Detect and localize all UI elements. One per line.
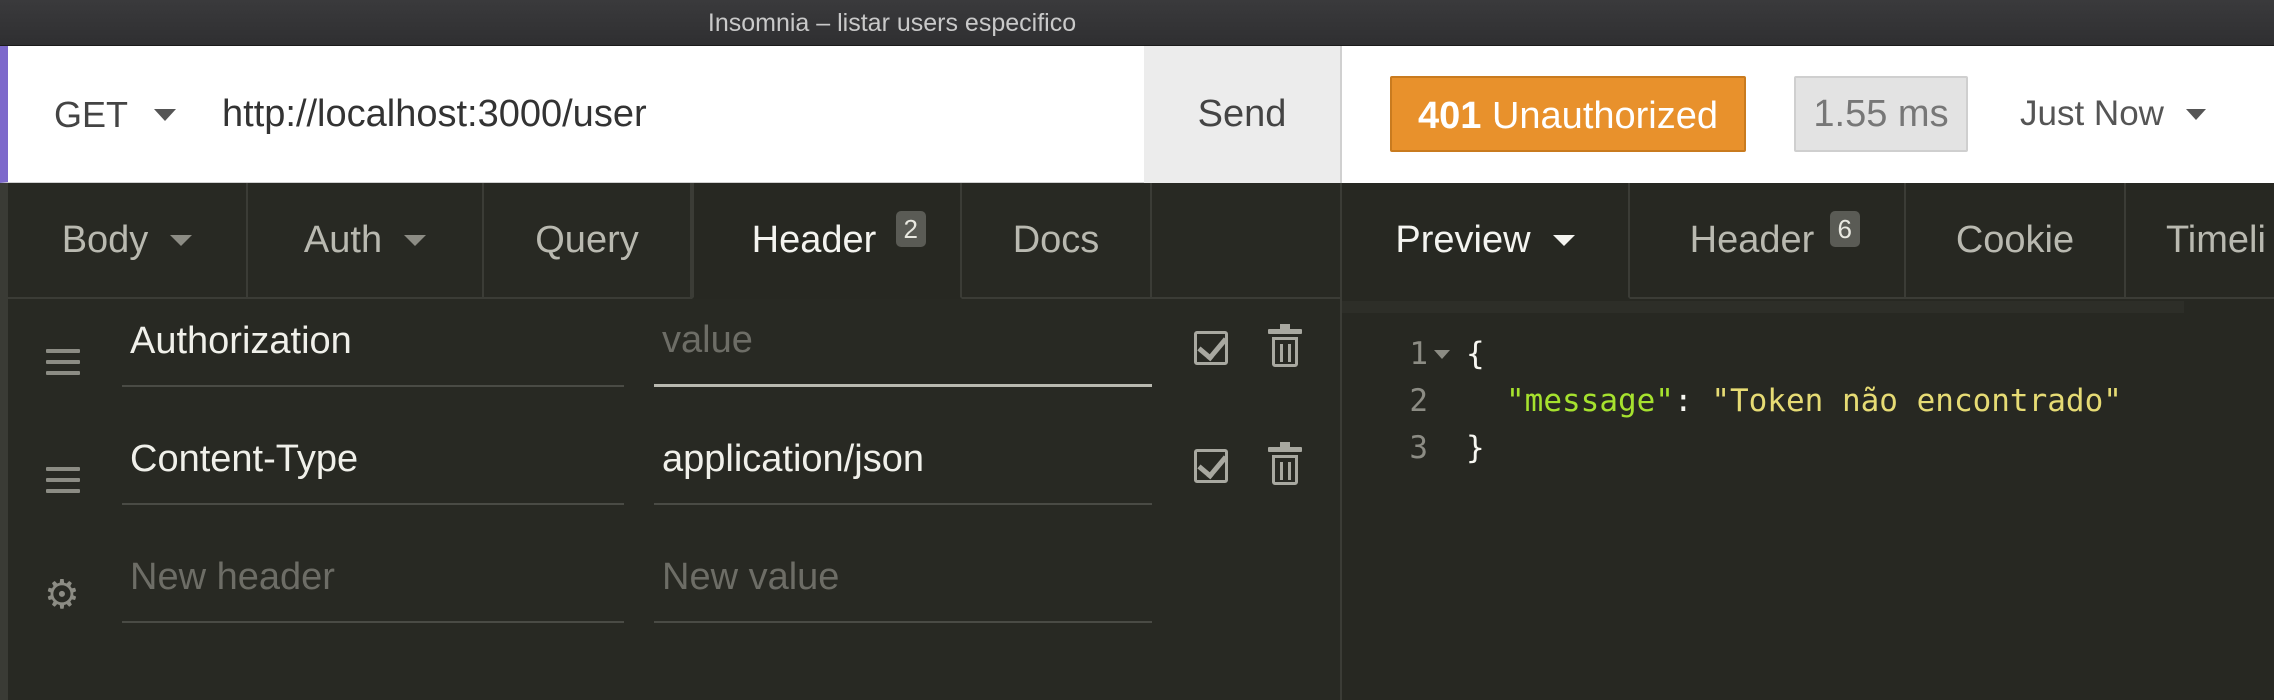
response-bar: 401 Unauthorized 1.55 ms Just Now bbox=[1340, 46, 2274, 183]
tab-label: Timeli bbox=[2166, 218, 2266, 261]
tab-label: Body bbox=[61, 218, 149, 261]
trash-icon[interactable] bbox=[1268, 442, 1302, 485]
tab-bar-fill bbox=[1152, 183, 1340, 299]
tab-preview[interactable]: Preview bbox=[1342, 183, 1630, 299]
request-bar: GET Send bbox=[0, 46, 1340, 183]
request-tabs: Body Auth Query Header 2 Docs bbox=[8, 183, 1152, 299]
header-row: Content-Type application/json bbox=[8, 417, 1340, 535]
tab-label: Cookie bbox=[1955, 218, 2075, 261]
status-text: Unauthorized bbox=[1491, 95, 1719, 137]
new-header-name-input[interactable]: New header bbox=[122, 535, 624, 623]
request-pane: Body Auth Query Header 2 Docs Authorizat… bbox=[0, 183, 1340, 700]
window-title: Insomnia – listar users especifico bbox=[707, 9, 1077, 37]
checkbox-checked-icon[interactable] bbox=[1194, 449, 1228, 483]
header-count-badge: 2 bbox=[895, 211, 926, 247]
header-value-field[interactable]: application/json bbox=[654, 417, 1152, 505]
tab-cookie[interactable]: Cookie bbox=[1906, 183, 2126, 299]
tab-query[interactable]: Query bbox=[484, 183, 692, 299]
tab-label: Auth bbox=[303, 218, 383, 261]
header-name-field[interactable]: Authorization bbox=[122, 299, 624, 387]
new-header-value-input[interactable]: New value bbox=[654, 535, 1152, 623]
horizontal-scrollbar[interactable] bbox=[1342, 301, 2184, 313]
json-key: "message" bbox=[1506, 383, 1674, 419]
history-dropdown[interactable]: Just Now bbox=[2020, 76, 2206, 152]
history-label: Just Now bbox=[2020, 94, 2164, 133]
status-code: 401 bbox=[1418, 95, 1482, 137]
method-label: GET bbox=[54, 93, 129, 135]
tab-label: Header bbox=[751, 218, 877, 261]
response-pane: Preview Header 6 Cookie Timeli 1 { 2 "me… bbox=[1340, 183, 2274, 700]
chevron-down-icon bbox=[2185, 108, 2206, 120]
tab-docs[interactable]: Docs bbox=[962, 183, 1152, 299]
new-header-row: ⚙ New header New value bbox=[8, 535, 1340, 653]
header-name-field[interactable]: Content-Type bbox=[122, 417, 624, 505]
tab-auth[interactable]: Auth bbox=[248, 183, 484, 299]
fold-toggle-icon[interactable] bbox=[1434, 350, 1450, 359]
title-bar: Insomnia – listar users especifico bbox=[0, 0, 2274, 46]
tab-timeline[interactable]: Timeli bbox=[2126, 183, 2274, 299]
line-number: 1 bbox=[1409, 336, 1428, 372]
tab-header[interactable]: Header 2 bbox=[692, 183, 962, 299]
chevron-down-icon bbox=[154, 108, 177, 121]
drag-handle-icon[interactable] bbox=[46, 349, 80, 375]
tab-label: Query bbox=[535, 218, 639, 261]
tab-body[interactable]: Body bbox=[8, 183, 248, 299]
chevron-down-icon bbox=[1552, 234, 1575, 246]
line-number: 2 bbox=[1409, 383, 1428, 419]
checkbox-checked-icon[interactable] bbox=[1194, 331, 1228, 365]
code-text: { bbox=[1466, 336, 1485, 372]
header-value-field[interactable]: value bbox=[654, 299, 1152, 387]
response-time: 1.55 ms bbox=[1794, 76, 1968, 152]
chevron-down-icon bbox=[170, 234, 193, 246]
method-dropdown[interactable]: GET bbox=[54, 46, 177, 183]
status-badge: 401 Unauthorized bbox=[1390, 76, 1747, 152]
line-number: 3 bbox=[1409, 430, 1428, 466]
header-row: Authorization value bbox=[8, 299, 1340, 417]
send-button[interactable]: Send bbox=[1144, 46, 1340, 183]
trash-icon[interactable] bbox=[1268, 324, 1302, 367]
chevron-down-icon bbox=[404, 234, 427, 246]
tab-label: Preview bbox=[1395, 218, 1531, 261]
gear-icon[interactable]: ⚙ bbox=[44, 575, 80, 615]
drag-handle-icon[interactable] bbox=[46, 467, 80, 493]
code-text: } bbox=[1466, 430, 1485, 466]
code-text: "message": "Token não encontrado" bbox=[1506, 378, 2122, 425]
tab-response-header[interactable]: Header 6 bbox=[1630, 183, 1906, 299]
url-input[interactable] bbox=[222, 46, 1102, 183]
json-string: "Token não encontrado" bbox=[1711, 383, 2122, 419]
tab-label: Docs bbox=[1012, 218, 1100, 261]
header-count-badge: 6 bbox=[1829, 211, 1860, 247]
tab-label: Header bbox=[1689, 218, 1815, 261]
json-colon: : bbox=[1673, 383, 1712, 419]
